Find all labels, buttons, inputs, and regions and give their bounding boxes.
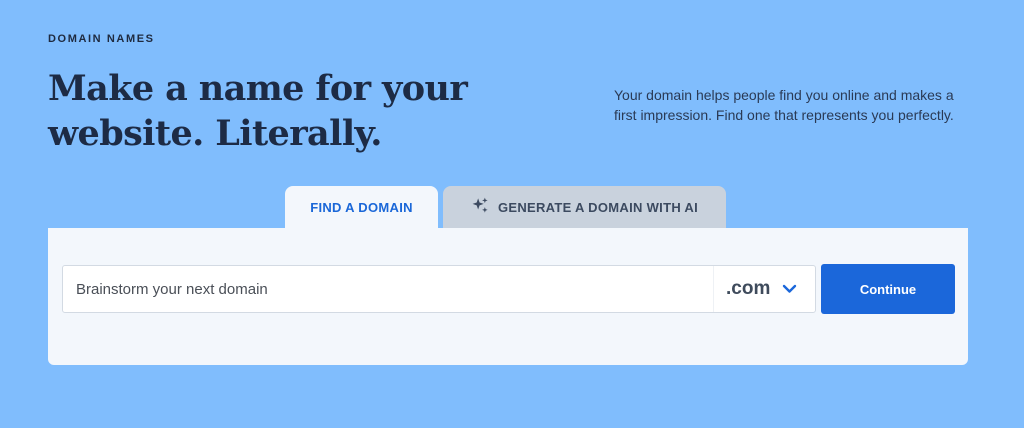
domain-search-input[interactable] (63, 266, 713, 312)
sparkle-icon (471, 196, 490, 218)
tld-dropdown[interactable]: .com (713, 266, 815, 312)
headline-line-2: website. Literally. (48, 113, 382, 154)
section-description: Your domain helps people find you online… (614, 87, 954, 123)
domain-search-panel: .com Continue (48, 228, 968, 365)
domain-search-box: .com (62, 265, 816, 313)
domain-names-section: DOMAIN NAMES Make a name for your websit… (0, 0, 1024, 428)
tab-generate-with-ai[interactable]: GENERATE A DOMAIN WITH AI (443, 186, 726, 228)
section-eyebrow: DOMAIN NAMES (48, 33, 155, 45)
continue-button[interactable]: Continue (821, 264, 955, 314)
tab-find-domain-label: FIND A DOMAIN (310, 199, 413, 215)
headline-line-1: Make a name for your (48, 68, 468, 109)
tab-generate-with-ai-label: GENERATE A DOMAIN WITH AI (497, 199, 699, 215)
tld-selected-value: .com (726, 278, 771, 299)
tab-find-domain[interactable]: FIND A DOMAIN (285, 186, 438, 228)
chevron-down-icon (782, 284, 797, 294)
page-title: Make a name for your website. Literally. (48, 66, 478, 156)
